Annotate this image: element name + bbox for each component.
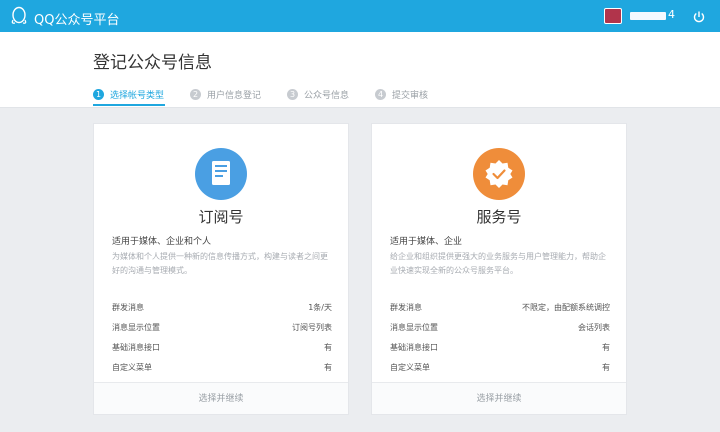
subscription-account-card[interactable]: 订阅号 适用于媒体、企业和个人 为媒体和个人提供一种新的信息传播方式，构建与读者… <box>93 123 349 415</box>
step-label: 用户信息登记 <box>207 91 262 101</box>
qq-penguin-icon <box>10 6 28 30</box>
feature-value: 订阅号列表 <box>292 323 332 332</box>
feature-list: 群发消息 不限定，由配额系统调控 消息显示位置 会话列表 基础消息接口 有 自定… <box>390 298 610 378</box>
feature-value: 不限定，由配额系统调控 <box>522 303 610 312</box>
feature-value: 1条/天 <box>308 303 332 312</box>
verified-badge-icon <box>473 148 525 200</box>
feature-row: 基础消息接口 有 <box>390 338 610 358</box>
feature-row: 群发消息 1条/天 <box>112 298 332 318</box>
page-title: 登记公众号信息 <box>93 53 212 73</box>
feature-row: 自定义菜单 有 <box>112 358 332 378</box>
feature-row: 自定义菜单 有 <box>390 358 610 378</box>
card-description: 给企业和组织提供更强大的业务服务与用户管理能力，帮助企业快速实现全新的公众号服务… <box>390 252 606 275</box>
feature-label: 自定义菜单 <box>112 363 152 372</box>
step-number: 4 <box>375 89 387 100</box>
step-number: 2 <box>190 89 202 100</box>
feature-value: 有 <box>324 343 332 352</box>
document-icon <box>195 148 247 200</box>
step-number: 3 <box>287 89 299 100</box>
step-3[interactable]: 3 公众号信息 <box>287 88 349 101</box>
feature-label: 消息显示位置 <box>390 323 438 332</box>
feature-list: 群发消息 1条/天 消息显示位置 订阅号列表 基础消息接口 有 自定义菜单 有 <box>112 298 332 378</box>
step-4[interactable]: 4 提交审核 <box>375 88 428 101</box>
app-title: QQ公众号平台 <box>34 12 120 28</box>
step-label: 选择帐号类型 <box>110 91 165 101</box>
card-audience: 适用于媒体、企业 <box>390 237 463 247</box>
step-label: 提交审核 <box>392 91 429 101</box>
step-1[interactable]: 1 选择帐号类型 <box>93 88 164 101</box>
feature-label: 基础消息接口 <box>390 343 438 352</box>
card-title: 订阅号 <box>198 208 244 226</box>
feature-row: 消息显示位置 会话列表 <box>390 318 610 338</box>
step-label: 公众号信息 <box>304 91 350 101</box>
service-account-card[interactable]: 服务号 适用于媒体、企业 给企业和组织提供更强大的业务服务与用户管理能力，帮助企… <box>371 123 627 415</box>
card-audience: 适用于媒体、企业和个人 <box>112 237 212 247</box>
app-logo[interactable]: QQ公众号平台 <box>10 6 119 30</box>
feature-label: 自定义菜单 <box>390 363 430 372</box>
user-name[interactable]: 4 <box>668 8 676 21</box>
feature-row: 基础消息接口 有 <box>112 338 332 358</box>
user-name-redacted <box>630 12 666 20</box>
top-bar: QQ公众号平台 4 <box>0 0 720 32</box>
logout-power-icon[interactable] <box>692 9 706 23</box>
feature-value: 有 <box>602 343 610 352</box>
feature-row: 消息显示位置 订阅号列表 <box>112 318 332 338</box>
avatar[interactable] <box>604 8 622 24</box>
feature-label: 群发消息 <box>112 303 144 312</box>
active-step-underline <box>93 104 165 106</box>
feature-label: 消息显示位置 <box>112 323 160 332</box>
feature-row: 群发消息 不限定，由配额系统调控 <box>390 298 610 318</box>
feature-value: 会话列表 <box>578 323 610 332</box>
step-2[interactable]: 2 用户信息登记 <box>190 88 261 101</box>
select-continue-button[interactable]: 选择并继续 <box>94 382 348 414</box>
feature-label: 群发消息 <box>390 303 422 312</box>
step-indicator: 1 选择帐号类型 2 用户信息登记 3 公众号信息 4 提交审核 <box>93 88 454 101</box>
card-description: 为媒体和个人提供一种新的信息传播方式，构建与读者之间更好的沟通与管理模式。 <box>112 252 328 275</box>
feature-value: 有 <box>324 363 332 372</box>
step-number: 1 <box>93 89 104 100</box>
card-title: 服务号 <box>476 208 522 226</box>
feature-label: 基础消息接口 <box>112 343 160 352</box>
page-header: 登记公众号信息 1 选择帐号类型 2 用户信息登记 3 公众号信息 4 提交审核 <box>0 32 720 108</box>
select-continue-button[interactable]: 选择并继续 <box>372 382 626 414</box>
feature-value: 有 <box>602 363 610 372</box>
